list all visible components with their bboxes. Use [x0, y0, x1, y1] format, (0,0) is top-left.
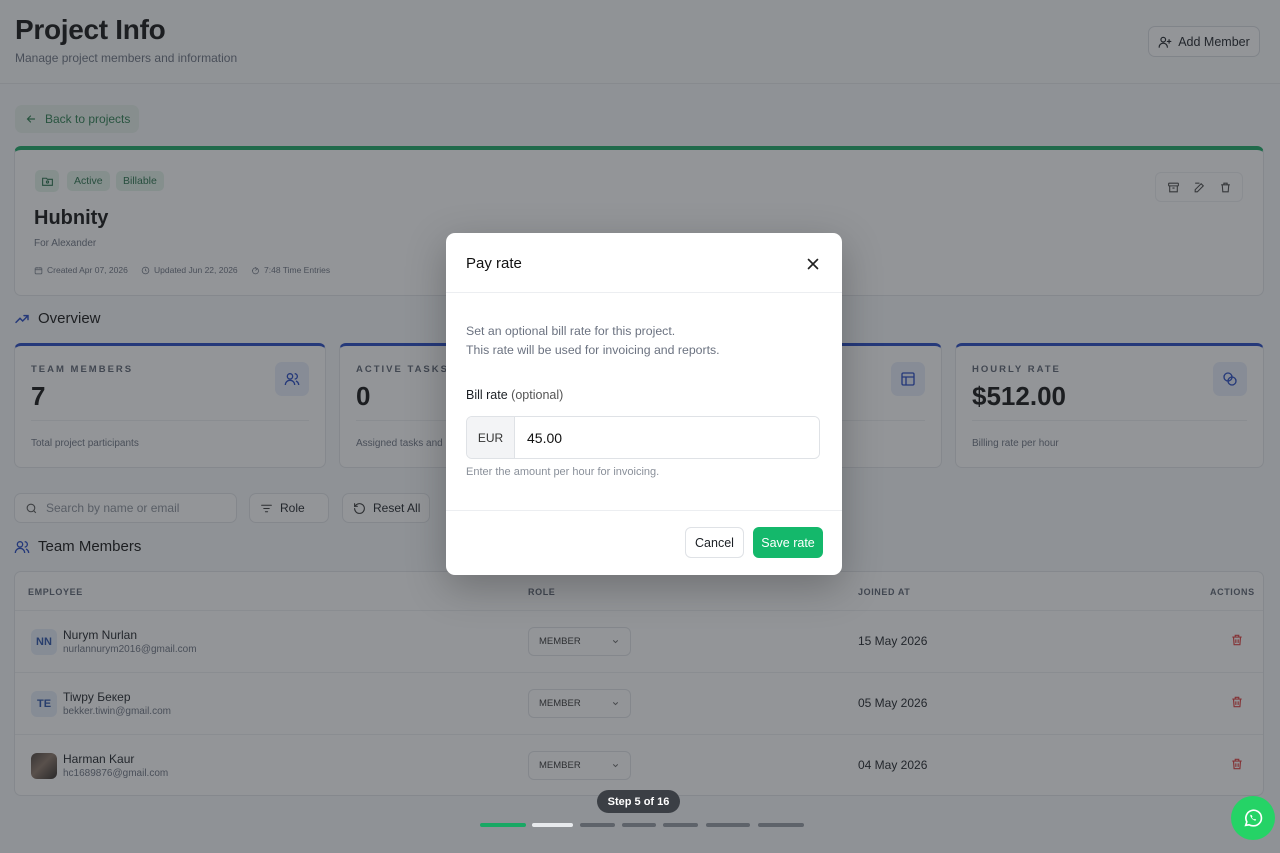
dialog-description: Set an optional bill rate for this proje…	[466, 324, 720, 357]
cancel-button[interactable]: Cancel	[685, 527, 744, 558]
pay-rate-dialog: Pay rate Set an optional bill rate for t…	[446, 233, 842, 575]
progress-segment	[663, 823, 698, 827]
save-rate-button[interactable]: Save rate	[753, 527, 823, 558]
close-icon[interactable]	[804, 255, 822, 273]
bill-rate-input[interactable]	[515, 417, 819, 458]
field-hint: Enter the amount per hour for invoicing.	[466, 466, 660, 478]
progress-segment	[622, 823, 656, 827]
bill-rate-field: EUR	[466, 416, 820, 459]
progress-segment	[706, 823, 750, 827]
whatsapp-chat-button[interactable]	[1231, 796, 1275, 840]
progress-segment	[480, 823, 526, 827]
divider	[446, 292, 842, 293]
progress-segment	[580, 823, 615, 827]
tour-step-badge: Step 5 of 16	[597, 790, 680, 813]
whatsapp-icon	[1242, 807, 1264, 829]
dialog-title: Pay rate	[466, 255, 522, 272]
progress-segment	[758, 823, 804, 827]
currency-addon: EUR	[467, 417, 515, 458]
progress-segment	[532, 823, 573, 827]
divider	[446, 510, 842, 511]
bill-rate-label: Bill rate (optional)	[466, 388, 564, 402]
